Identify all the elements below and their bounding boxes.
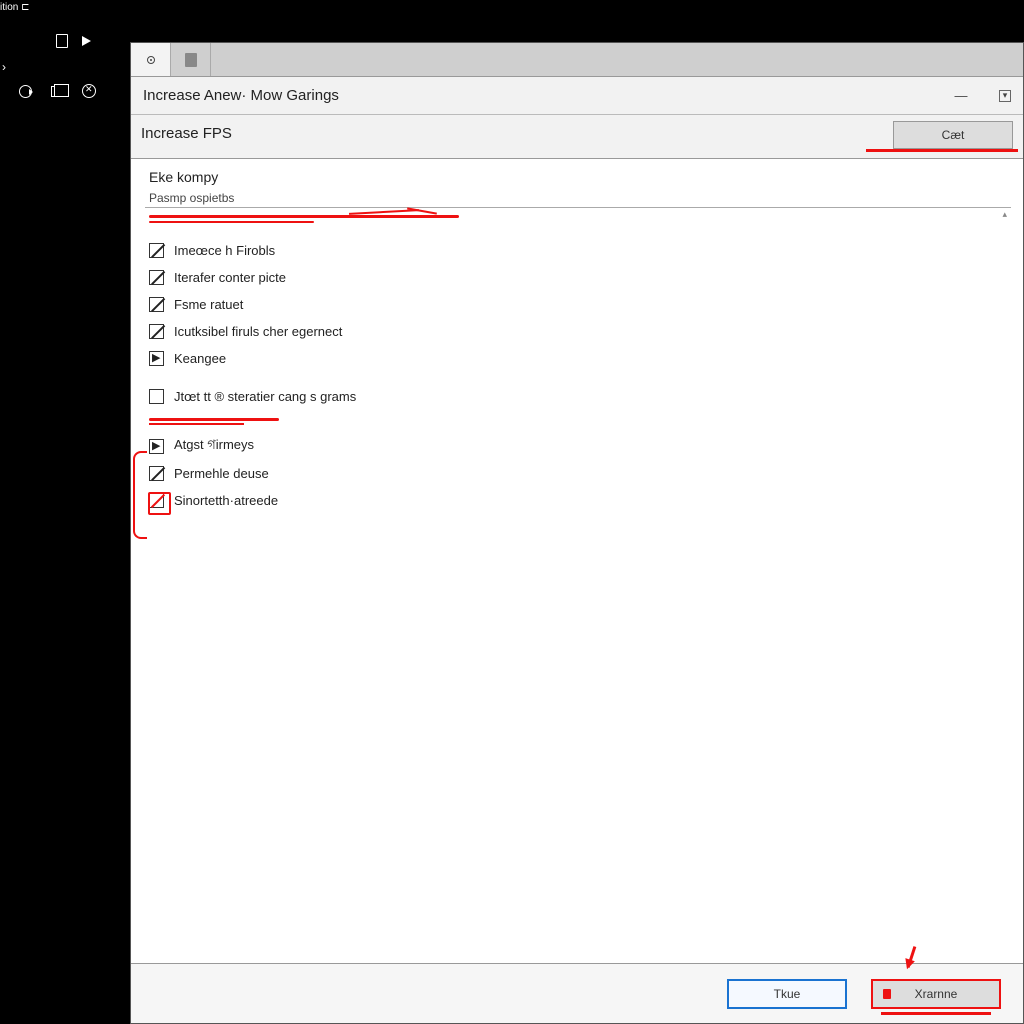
- toolbar: Increase FPS Cæt: [131, 115, 1023, 159]
- check-item: Keangee: [149, 347, 1005, 369]
- tab-strip: [131, 43, 1023, 77]
- annotation-scribble-1: [149, 209, 1005, 229]
- cast-button[interactable]: Cæt: [893, 121, 1013, 149]
- dialog-title: Increase Anew· Mow Garings: [143, 87, 339, 104]
- checkbox[interactable]: [149, 389, 164, 404]
- check-item: Imeœce h Firobls: [149, 239, 1005, 261]
- checkbox[interactable]: [149, 439, 164, 454]
- annotation-dot: [883, 989, 891, 999]
- check-label: Iterafer conter picte: [174, 270, 286, 285]
- refresh-icon[interactable]: [18, 84, 32, 98]
- chevron-right-icon: ›: [2, 60, 6, 74]
- check-label: Icutksibel firuls cher egernect: [174, 324, 342, 339]
- checkbox[interactable]: [149, 466, 164, 481]
- check-item: Sinortetth·atreede: [149, 489, 1005, 511]
- check-label: Atgst গirmeys: [174, 436, 254, 457]
- tab-2[interactable]: [171, 43, 211, 76]
- check-item: Icutksibel firuls cher egernect: [149, 320, 1005, 342]
- check-label: Keangee: [174, 351, 226, 366]
- footer-right-label: Xrarnne: [915, 987, 958, 1001]
- group-subtitle: Pasmp ospietbs: [149, 191, 1005, 205]
- check-label: Permehle deuse: [174, 466, 269, 481]
- check-item: Atgst গirmeys: [149, 435, 1005, 457]
- annotation-scribble-2: [149, 414, 1005, 426]
- page-icon[interactable]: [55, 34, 69, 48]
- checkbox[interactable]: [149, 324, 164, 339]
- dialog-footer: Tkue Xrarnne: [131, 963, 1023, 1023]
- cast-button-label: Cæt: [942, 128, 965, 142]
- tab-1[interactable]: [131, 43, 171, 76]
- group-title: Eke kompy: [149, 169, 1005, 185]
- checkbox[interactable]: [149, 243, 164, 258]
- annotation-bracket: [133, 451, 147, 539]
- document-icon: [185, 53, 197, 67]
- target-icon: [147, 56, 155, 64]
- checkbox[interactable]: [149, 270, 164, 285]
- check-label: Imeœce h Firobls: [174, 243, 275, 258]
- layers-icon[interactable]: [50, 84, 64, 98]
- check-label: Fsme ratuet: [174, 297, 243, 312]
- check-label: Jtœt tt ® steratier cang s grams: [174, 389, 356, 404]
- check-item: Permehle deuse: [149, 462, 1005, 484]
- maximize-button[interactable]: ▾: [999, 90, 1011, 102]
- annotation-underline: [866, 149, 1018, 152]
- close-circle-icon[interactable]: [82, 84, 96, 98]
- check-item: Fsme ratuet: [149, 293, 1005, 315]
- settings-dialog: Increase Anew· Mow Garings — ▾ Increase …: [130, 42, 1024, 1024]
- desktop-dark-area: ition ⊏ ›: [0, 0, 130, 1024]
- check-label: Sinortetth·atreede: [174, 493, 278, 508]
- title-bar: Increase Anew· Mow Garings — ▾: [131, 77, 1023, 115]
- footer-left-label: Tkue: [774, 987, 801, 1001]
- footer-left-button[interactable]: Tkue: [727, 979, 847, 1009]
- minimize-button[interactable]: —: [953, 88, 969, 104]
- play-icon[interactable]: [79, 34, 93, 48]
- checkbox-list: Imeœce h Firobls Iterafer conter picte F…: [149, 239, 1005, 511]
- check-item: Jtœt tt ® steratier cang s grams: [149, 385, 1005, 407]
- checkbox[interactable]: [149, 297, 164, 312]
- footer-right-button[interactable]: Xrarnne: [871, 979, 1001, 1009]
- checkbox[interactable]: [149, 493, 164, 508]
- check-item: Iterafer conter picte: [149, 266, 1005, 288]
- checkbox[interactable]: [149, 351, 164, 366]
- section-title: Increase FPS: [141, 121, 232, 142]
- content-panel: Eke kompy ▴ Pasmp ospietbs Imeœce h Firo…: [131, 159, 1023, 963]
- corner-label: ition ⊏: [0, 2, 30, 13]
